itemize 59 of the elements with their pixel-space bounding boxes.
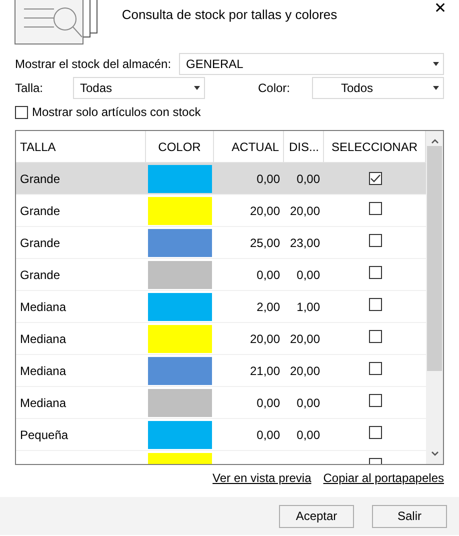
table-cell: Pequeña (20, 428, 68, 442)
checkbox[interactable] (368, 298, 382, 310)
column-header[interactable]: COLOR (158, 138, 201, 156)
scroll-down-icon[interactable] (430, 451, 438, 457)
table-cell: 25,00 (250, 236, 280, 250)
checkbox[interactable] (368, 266, 382, 278)
column-header[interactable]: SELECCIONAR (331, 138, 418, 156)
checkbox[interactable] (368, 172, 382, 184)
column-header[interactable]: ACTUAL (232, 138, 279, 156)
color-dropdown[interactable]: Todos (312, 77, 444, 99)
table-cell: 0,00 (296, 268, 320, 282)
column-header[interactable]: TALLA (20, 138, 56, 156)
table-cell: Grande (20, 236, 60, 250)
table-cell: 0,00 (256, 396, 280, 410)
checkbox[interactable] (368, 426, 382, 438)
warehouse-label: Mostrar el stock del almacén: (15, 56, 172, 73)
table-cell: 23,00 (290, 236, 320, 250)
table-cell: 0,00 (296, 428, 320, 442)
checkbox[interactable] (368, 234, 382, 246)
link[interactable]: Ver en vista previa (212, 469, 312, 495)
table-cell: 20,00 (290, 364, 320, 378)
table-cell: Mediana (20, 396, 66, 410)
scrollbar-thumb[interactable] (427, 146, 442, 371)
table-cell: Grande (20, 204, 60, 218)
checkbox[interactable] (368, 202, 382, 214)
color-label: Color: (258, 80, 292, 97)
table-cell: 0,00 (296, 396, 320, 410)
size-dropdown[interactable]: Todas (73, 77, 205, 99)
checkbox[interactable] (368, 362, 382, 374)
table-cell: 1,00 (296, 300, 320, 314)
size-label: Talla: (15, 80, 44, 97)
scroll-up-icon[interactable] (430, 138, 438, 144)
dialog-button[interactable]: Salir (372, 504, 447, 528)
table-cell: 20,00 (250, 332, 280, 346)
checkbox[interactable] (15, 106, 28, 118)
checkbox-label: Mostrar solo artículos con stock (32, 104, 201, 121)
selected-row[interactable]: Grande 0,00 0,00 (16, 163, 426, 195)
warehouse-dropdown[interactable]: GENERAL (179, 53, 444, 75)
checkbox[interactable] (368, 394, 382, 406)
table-cell: 0,00 (256, 428, 280, 442)
table-cell: 2,00 (256, 300, 280, 314)
table-cell: Mediana (20, 332, 66, 346)
close-button[interactable]: ✕ (430, 0, 451, 18)
table-cell: Grande (20, 268, 60, 282)
table-cell: 0,00 (256, 172, 280, 186)
table-cell: Grande (20, 172, 60, 186)
window-title: Consulta de stock por tallas y colores (122, 7, 338, 22)
table-cell: 20,00 (250, 204, 280, 218)
column-header[interactable]: DIS... (288, 138, 319, 156)
table-cell: Mediana (20, 364, 66, 378)
table-cell: 0,00 (256, 268, 280, 282)
checkbox[interactable] (368, 330, 382, 342)
table-cell: Mediana (20, 300, 66, 314)
table-cell: 0,00 (296, 172, 320, 186)
table-cell: 21,00 (250, 364, 280, 378)
dialog-button[interactable]: Aceptar (279, 504, 354, 528)
table-cell: 20,00 (290, 204, 320, 218)
link[interactable]: Copiar al portapapeles (323, 469, 444, 495)
table-cell: 20,00 (290, 332, 320, 346)
